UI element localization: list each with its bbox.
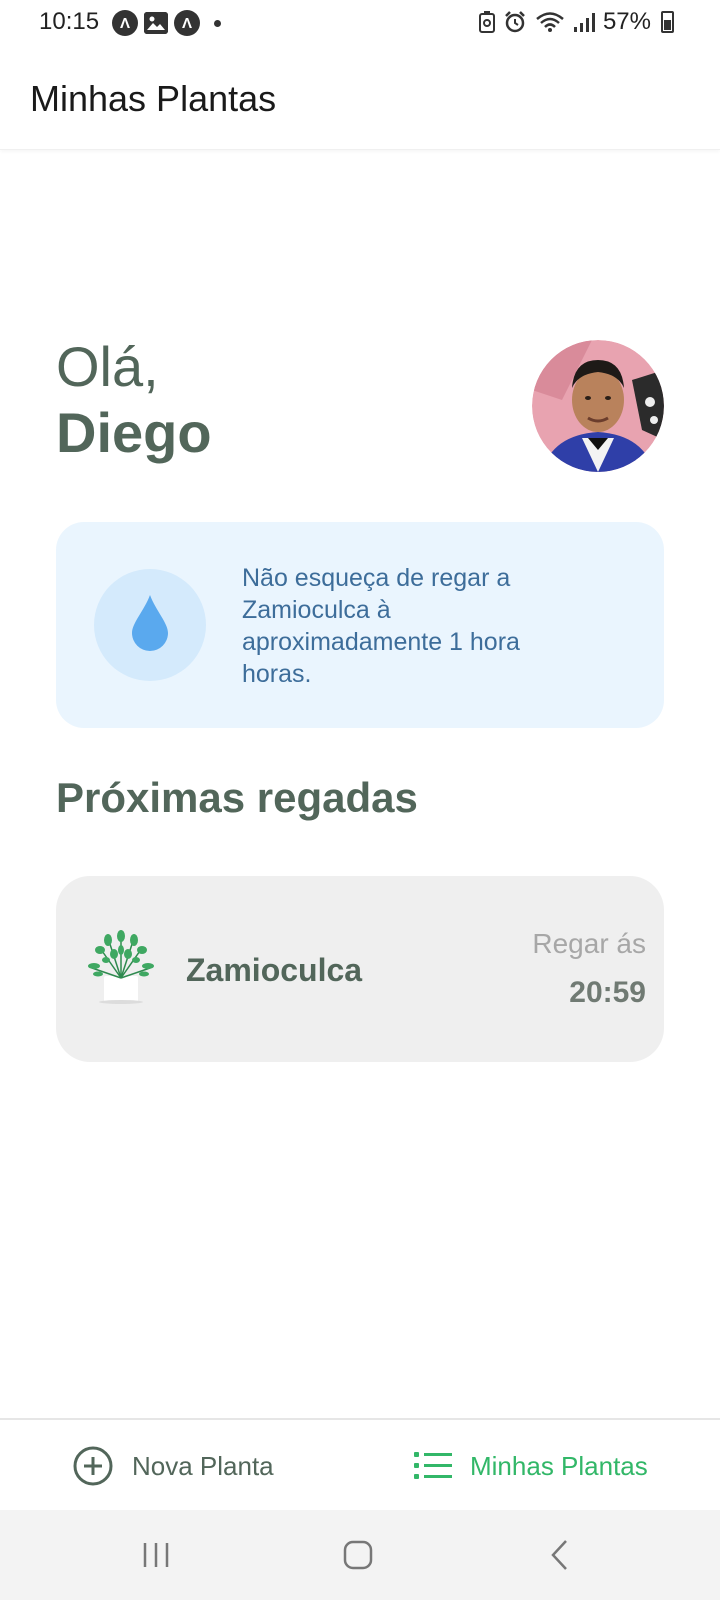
battery-percentage: 57% — [602, 8, 651, 35]
greeting: Olá, Diego — [56, 336, 212, 468]
watering-label: Regar ás — [532, 928, 646, 959]
system-icons: 57% — [478, 8, 674, 36]
water-drop-badge — [94, 569, 206, 681]
app-bar: Minhas Plantas — [0, 60, 720, 150]
status-bar: 10:15 Λ Λ 57% — [0, 0, 720, 46]
greeting-hello: Olá, — [56, 335, 159, 398]
gallery-icon — [144, 12, 168, 34]
alarm-icon — [505, 11, 525, 33]
status-time: 10:15 — [39, 8, 100, 35]
back-icon — [551, 1540, 567, 1570]
water-drop-icon — [132, 595, 168, 651]
watering-tip-card: Não esqueça de regar a Zamioculca à apro… — [56, 522, 664, 728]
recent-apps-button[interactable] — [116, 1510, 196, 1600]
plant-card[interactable]: Zamioculca Regar ás 20:59 — [56, 876, 664, 1062]
add-circle-icon — [73, 1446, 113, 1486]
page-title: Minhas Plantas — [30, 78, 277, 119]
section-title: Próximas regadas — [56, 774, 418, 821]
watering-time: 20:59 — [569, 976, 646, 1009]
signal-icon — [573, 13, 595, 32]
back-button[interactable] — [520, 1510, 600, 1600]
avatar[interactable] — [532, 340, 664, 472]
tab-minhas-plantas[interactable]: Minhas Plantas — [414, 1420, 648, 1512]
tab-nova-planta[interactable]: Nova Planta — [72, 1420, 274, 1512]
tip-message: Não esqueça de regar a Zamioculca à apro… — [242, 564, 520, 688]
list-icon — [414, 1452, 452, 1479]
plant-icon — [88, 930, 154, 1004]
notification-icons: Λ Λ — [112, 10, 221, 36]
battery-saver-icon — [478, 11, 495, 33]
bottom-tab-bar: Nova Planta Minhas Plantas — [0, 1418, 720, 1510]
wifi-icon — [536, 12, 564, 32]
tab-label: Minhas Plantas — [470, 1450, 648, 1481]
dot-icon — [214, 19, 221, 27]
recent-apps-icon — [143, 1543, 169, 1567]
home-icon — [343, 1540, 373, 1570]
tab-label: Nova Planta — [132, 1450, 274, 1481]
battery-icon — [661, 11, 674, 33]
app-a-icon: Λ — [174, 10, 200, 36]
home-button[interactable] — [318, 1510, 398, 1600]
greeting-user-name: Diego — [56, 401, 212, 464]
system-navigation-bar — [0, 1510, 720, 1600]
app-a-icon: Λ — [112, 10, 138, 36]
plant-name: Zamioculca — [186, 952, 363, 988]
